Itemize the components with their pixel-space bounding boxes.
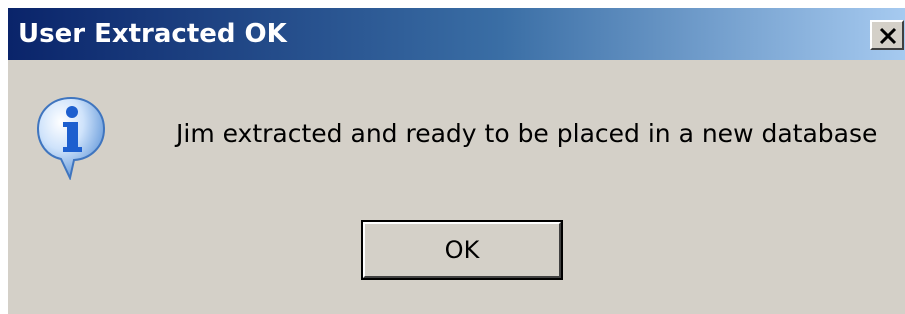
message-dialog: User Extracted OK Jim extracted and read… [8,8,905,314]
dialog-message: Jim extracted and ready to be placed in … [176,119,878,148]
information-icon [36,96,106,180]
dialog-title: User Extracted OK [18,19,287,49]
close-button[interactable] [870,20,904,50]
ok-button-label: OK [444,236,480,264]
close-icon [879,27,897,45]
title-bar[interactable]: User Extracted OK [8,8,905,60]
ok-button[interactable]: OK [361,220,563,280]
